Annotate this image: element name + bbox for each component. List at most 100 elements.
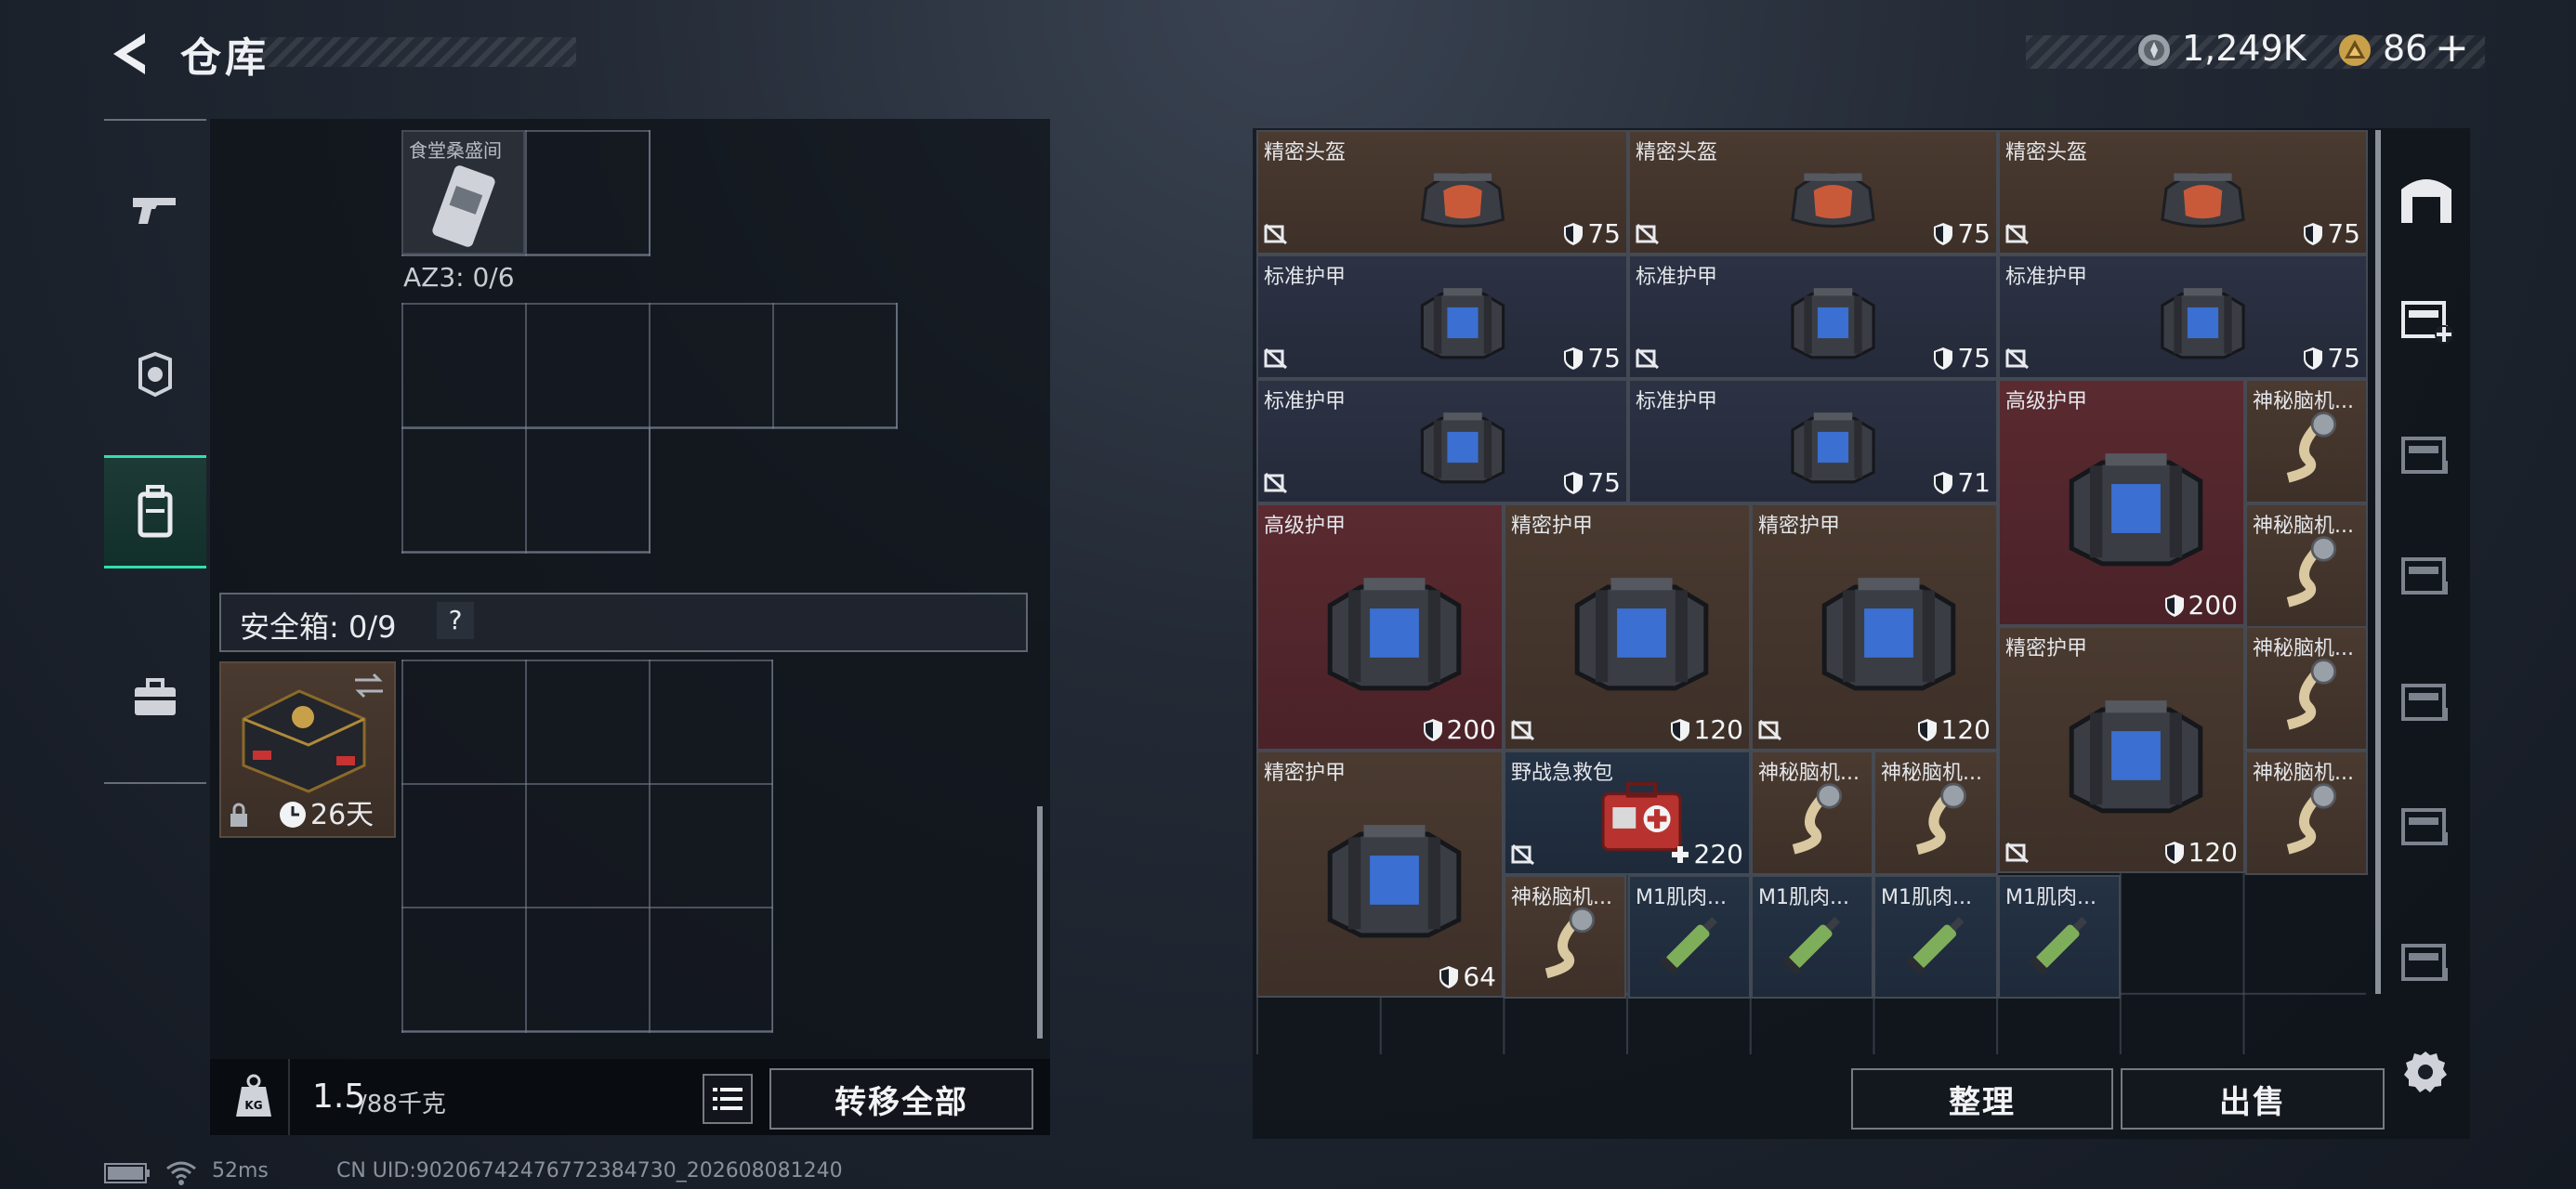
brain-cable-icon [1792, 783, 1843, 855]
stash-item[interactable]: 神秘脑机... [1504, 875, 1626, 999]
stash-item[interactable]: 标准护甲 71 [1628, 379, 1998, 503]
helmet-icon [1791, 173, 1875, 229]
item-name: 高级护甲 [2005, 390, 2088, 413]
stash-item[interactable]: 精密护甲 120 [1751, 503, 1998, 751]
stash-item[interactable]: 精密护甲 120 [1998, 626, 2245, 873]
stash-scrollbar[interactable] [2375, 130, 2381, 994]
item-durability: 75 [2303, 218, 2360, 249]
pistol-icon [133, 198, 176, 224]
stash-item[interactable]: 标准护甲 75 [1256, 255, 1628, 379]
stash-item[interactable]: 高级护甲 200 [1256, 503, 1504, 751]
stash-item[interactable]: 神秘脑机... [2245, 379, 2368, 503]
nav-gear[interactable] [104, 323, 206, 425]
stash-item[interactable]: M1肌肉... [1628, 875, 1751, 999]
item-name: 精密头盔 [1264, 141, 1347, 164]
clock-icon [280, 802, 306, 828]
no-trade-icon [1511, 719, 1535, 741]
food-item[interactable]: 食堂桑盛间 [401, 130, 525, 255]
wifi-icon [166, 1161, 196, 1185]
no-trade-icon [2005, 223, 2030, 245]
safe-box-grid[interactable] [401, 660, 773, 1033]
storage-iv-icon[interactable] [2396, 422, 2457, 483]
item-name: 高级护甲 [1264, 515, 1347, 538]
stash-item[interactable]: 精密头盔 75 [1998, 130, 2368, 255]
nav-briefcase[interactable] [104, 647, 206, 749]
stash-item[interactable]: 神秘脑机... [2245, 503, 2368, 628]
stash-item[interactable]: 标准护甲 75 [1256, 379, 1628, 503]
weight-current: 1.5 [312, 1078, 366, 1116]
durability-value: 75 [2327, 343, 2360, 373]
stash-item[interactable]: 标准护甲 75 [1628, 255, 1998, 379]
coin-amount: 1,249K [2182, 28, 2307, 69]
back-arrow-icon[interactable] [104, 28, 152, 80]
stash-item[interactable]: 野战急救包 220 [1504, 751, 1751, 875]
stash-item[interactable]: M1肌肉... [1873, 875, 1998, 999]
add-premium-button[interactable]: + [2435, 24, 2469, 72]
stash-item[interactable]: 精密头盔 75 [1628, 130, 1998, 255]
shield-icon [1564, 222, 1584, 245]
no-trade-icon [2005, 347, 2030, 370]
add-storage-iv-icon[interactable] [2396, 286, 2457, 347]
stash-item[interactable]: 神秘脑机... [1751, 751, 1873, 875]
durability-value: 120 [1940, 714, 1991, 745]
stash-item[interactable]: 精密头盔 75 [1256, 130, 1628, 255]
storage-iv-icon[interactable] [2396, 929, 2457, 990]
armor-vest-icon [1821, 578, 1956, 691]
stash-item[interactable]: 精密护甲 64 [1256, 751, 1504, 998]
nav-weapons[interactable] [104, 158, 206, 260]
item-name: 标准护甲 [1636, 390, 1718, 413]
shield-icon [1423, 718, 1442, 741]
no-trade-icon [1636, 223, 1660, 245]
shield-icon [1439, 965, 1459, 988]
storage-v-icon[interactable] [2396, 669, 2457, 730]
shield-icon [2164, 841, 2184, 864]
az3-grid-row1[interactable] [401, 303, 898, 429]
safe-box-item[interactable]: 26天 [219, 661, 396, 838]
storage-iv-icon[interactable] [2396, 542, 2457, 604]
durability-value: 75 [2327, 218, 2360, 249]
settings-gear-icon[interactable] [2401, 1048, 2450, 1096]
ping-text: 52ms [212, 1159, 269, 1182]
armor-vest-icon [1327, 578, 1462, 691]
stash-item[interactable]: M1肌肉... [1751, 875, 1873, 999]
list-icon [713, 1088, 743, 1110]
briefcase-icon [135, 678, 176, 715]
transfer-all-button[interactable]: 转移全部 [769, 1068, 1033, 1130]
armor-vest-icon [2069, 700, 2203, 814]
swap-icon[interactable] [353, 673, 385, 699]
item-durability: 75 [1563, 343, 1621, 373]
stash-item[interactable]: 神秘脑机... [2245, 626, 2368, 751]
nav-backpack[interactable] [104, 455, 206, 568]
stash-item[interactable]: 高级护甲 200 [1998, 379, 2245, 626]
stash-item[interactable]: 精密护甲 120 [1504, 503, 1751, 751]
durability-value: 120 [2188, 837, 2238, 868]
brain-cable-icon [2286, 783, 2337, 855]
syringe-icon [2029, 916, 2088, 975]
item-name: 精密护甲 [1264, 762, 1347, 785]
shield-icon [2164, 594, 2184, 617]
brain-cable-icon [2286, 659, 2337, 730]
durability-value: 71 [1957, 467, 1991, 498]
plus-icon [1671, 845, 1689, 863]
lock-icon [230, 803, 247, 827]
storage-home-icon[interactable] [2396, 167, 2457, 229]
item-name: 标准护甲 [1636, 266, 1718, 289]
stash-item[interactable]: M1肌肉... [1998, 875, 2121, 999]
organize-button[interactable]: 整理 [1851, 1068, 2113, 1130]
svg-text:KG: KG [244, 1099, 262, 1112]
stash-item[interactable]: 标准护甲 75 [1998, 255, 2368, 379]
safe-box-help-button[interactable]: ? [437, 602, 474, 639]
az3-grid-row2[interactable] [401, 427, 651, 554]
list-view-button[interactable] [703, 1074, 753, 1124]
uid-text: CN UID:90206742476772384730_202608081240 [336, 1159, 843, 1182]
item-durability: 220 [1670, 839, 1743, 869]
weight-kg-icon: KG [236, 1074, 271, 1117]
shield-icon [1564, 346, 1584, 370]
stash-item[interactable]: 神秘脑机... [1873, 751, 1998, 875]
sell-button[interactable]: 出售 [2121, 1068, 2385, 1130]
container-scrollbar[interactable] [1037, 806, 1043, 1039]
storage-v-icon[interactable] [2396, 793, 2457, 855]
item-durability: 75 [1933, 343, 1991, 373]
no-trade-icon [1264, 472, 1288, 494]
stash-item[interactable]: 神秘脑机... [2245, 751, 2368, 875]
